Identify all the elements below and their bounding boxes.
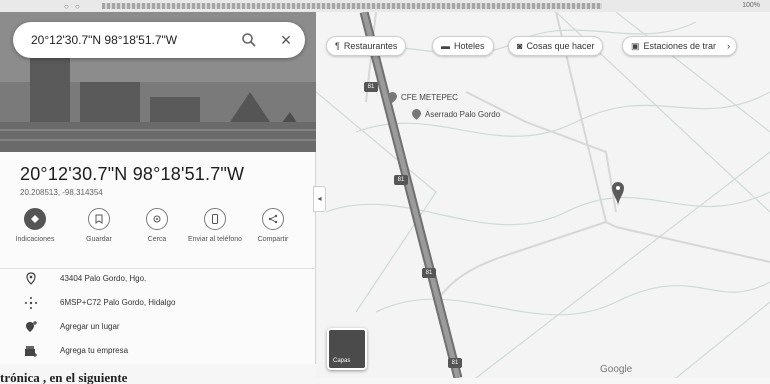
info-text: Agregar un lugar — [60, 322, 120, 331]
chip-label: Cosas que hacer — [526, 41, 595, 51]
chip-label: Restaurantes — [343, 41, 398, 51]
action-label: Enviar al teléfono — [187, 236, 243, 243]
share-button[interactable]: Compartir — [244, 208, 302, 244]
hotel-icon: ▬ — [441, 41, 450, 51]
save-button[interactable]: Guardar — [70, 208, 128, 244]
document-caption: trónica , en el siguiente — [0, 370, 128, 384]
road-shield-label: 81 — [425, 270, 433, 276]
poi-pin-icon — [386, 90, 399, 103]
road-shield: 81 — [394, 175, 408, 185]
business-icon — [25, 346, 37, 357]
nearby-button[interactable]: Cerca — [128, 208, 186, 244]
action-label: Cerca — [147, 236, 167, 243]
chevron-right-icon: › — [727, 41, 731, 51]
divider — [0, 268, 316, 269]
chip-cosas-que-hacer[interactable]: ◙ Cosas que hacer — [508, 36, 604, 56]
map-poi[interactable]: CFE METEPEC — [386, 90, 458, 103]
add-place-icon — [26, 321, 37, 332]
place-title: 20°12'30.7"N 98°18'51.7"W — [20, 164, 245, 184]
place-coordinates: 20.208513, -98.314354 — [20, 188, 103, 197]
search-icon[interactable] — [241, 32, 257, 48]
action-label: Compartir — [257, 236, 289, 243]
action-bar: Indicaciones Guardar Cerca Enviar al tel… — [6, 208, 306, 264]
nearby-icon — [146, 208, 168, 230]
zoom-level: 100% — [742, 2, 760, 9]
map-canvas[interactable]: 81 81 81 81 CFE METEPEC Aserrado Palo Go… — [316, 12, 770, 378]
road-shield: 81 — [364, 82, 378, 92]
plus-code-icon — [25, 297, 37, 309]
phone-icon — [204, 208, 226, 230]
place-panel: × 20°12'30.7"N 98°18'51.7"W 20.208513, -… — [0, 12, 316, 364]
layers-label: Capas — [333, 358, 351, 364]
info-text: Agrega tu empresa — [60, 346, 129, 355]
chip-label: Estaciones de trar — [643, 41, 717, 51]
action-label: Guardar — [86, 236, 112, 243]
info-row-business[interactable]: Agrega tu empresa — [0, 342, 316, 362]
action-label: Indicaciones — [15, 236, 55, 243]
layers-button[interactable]: Capas — [327, 328, 367, 370]
browser-nav-icons[interactable]: ○ ○ — [64, 2, 82, 11]
poi-pin-icon — [410, 107, 423, 120]
share-icon — [262, 208, 284, 230]
search-box[interactable]: × — [13, 22, 305, 58]
info-row-add-place[interactable]: Agregar un lugar — [0, 318, 316, 338]
road-shield-label: 81 — [451, 360, 459, 366]
chevron-left-icon: ◂ — [317, 194, 322, 203]
chip-restaurantes[interactable]: ¶ Restaurantes — [326, 36, 407, 56]
collapse-panel-button[interactable]: ◂ — [313, 186, 326, 212]
poi-label: Aserrado Palo Gordo — [425, 110, 501, 119]
directions-button[interactable]: Indicaciones — [6, 208, 64, 244]
browser-address-bar: ○ ○ 100% — [0, 0, 770, 12]
info-row-plus-code[interactable]: 6MSP+C72 Palo Gordo, Hidalgo — [0, 294, 316, 314]
road-shield: 81 — [422, 268, 436, 278]
road-shield-label: 81 — [367, 84, 375, 90]
bookmark-icon — [88, 208, 110, 230]
info-text: 43404 Palo Gordo, Hgo. — [60, 274, 147, 283]
poi-label: CFE METEPEC — [401, 93, 458, 102]
restaurant-icon: ¶ — [335, 41, 340, 51]
info-text: 6MSP+C72 Palo Gordo, Hidalgo — [60, 298, 176, 307]
chip-label: Hoteles — [454, 41, 485, 51]
road-shield-label: 81 — [397, 177, 405, 183]
close-icon[interactable]: × — [277, 31, 295, 49]
chip-hoteles[interactable]: ▬ Hoteles — [432, 36, 494, 56]
url-bar[interactable] — [102, 3, 602, 9]
search-input[interactable] — [31, 31, 231, 49]
transit-icon: ▣ — [631, 41, 640, 51]
camera-icon: ◙ — [517, 41, 523, 51]
map-poi[interactable]: Aserrado Palo Gordo — [410, 107, 501, 120]
chip-estaciones[interactable]: ▣ Estaciones de trar › — [622, 36, 738, 56]
info-row-address[interactable]: 43404 Palo Gordo, Hgo. — [0, 270, 316, 290]
location-pin-icon — [26, 272, 36, 285]
google-logo: Google — [600, 364, 633, 375]
road-shield: 81 — [448, 358, 462, 368]
directions-icon — [24, 208, 46, 230]
send-to-phone-button[interactable]: Enviar al teléfono — [186, 208, 244, 244]
